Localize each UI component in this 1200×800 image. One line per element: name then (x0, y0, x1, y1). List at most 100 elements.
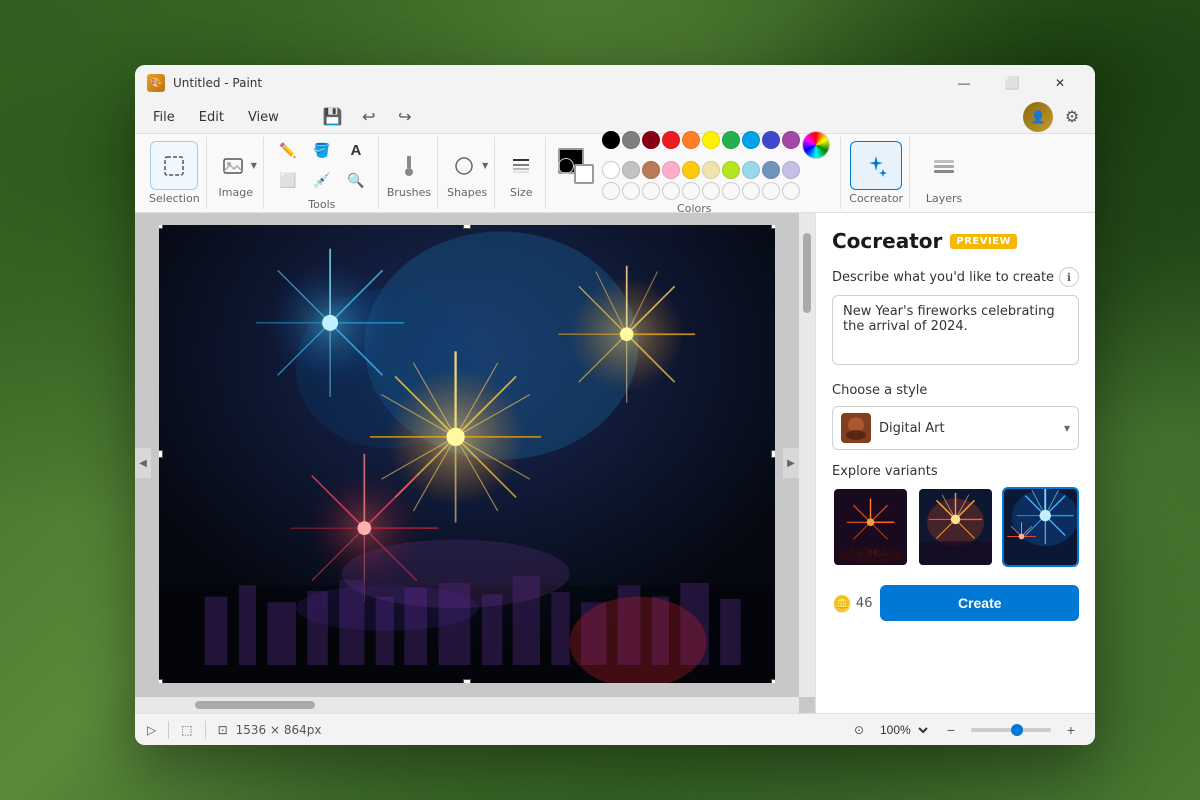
shapes-label: Shapes (447, 186, 487, 199)
minimize-button[interactable]: — (941, 67, 987, 99)
color-green[interactable] (722, 131, 740, 149)
fit-icon[interactable]: ⊙ (854, 723, 864, 737)
color-gray[interactable] (622, 131, 640, 149)
redo-button[interactable]: ↪ (389, 104, 421, 130)
transparent-indicator (558, 158, 574, 174)
color-cream[interactable] (702, 161, 720, 179)
zoom-out-button[interactable]: − (939, 718, 963, 742)
color-red[interactable] (662, 131, 680, 149)
image-button[interactable] (215, 148, 251, 184)
horizontal-scrollbar[interactable] (135, 697, 799, 713)
panel-header: Cocreator PREVIEW (832, 229, 1079, 253)
account-button[interactable]: 👤 (1023, 102, 1053, 132)
window-controls: — ⬜ ✕ (941, 67, 1083, 99)
eraser-button[interactable]: ⬜ (272, 166, 304, 196)
color-blue[interactable] (742, 131, 760, 149)
color-brown[interactable] (642, 161, 660, 179)
color-lightblue[interactable] (742, 161, 760, 179)
color-periwinkle[interactable] (762, 161, 780, 179)
rectangle-select-icon[interactable]: ⬚ (181, 723, 192, 737)
background-color[interactable] (574, 164, 594, 184)
brushes-label: Brushes (387, 186, 431, 199)
color-s4[interactable] (662, 182, 680, 200)
color-palette (602, 131, 830, 200)
color-white[interactable] (602, 161, 620, 179)
zoom-in-button[interactable]: + (1059, 718, 1083, 742)
vertical-scroll-thumb[interactable] (803, 233, 811, 313)
zoom-slider[interactable] (971, 728, 1051, 732)
brushes-button[interactable] (391, 148, 427, 184)
content-area: ◀ ▶ (135, 213, 1095, 713)
variant-1[interactable]: ꒒꒒ 44꒒꒒ (832, 487, 909, 567)
size-group: Size (497, 137, 546, 209)
credit-icon: 🪙 (832, 594, 852, 613)
shapes-button[interactable] (446, 148, 482, 184)
status-separator-2 (205, 721, 206, 739)
cocreator-button[interactable] (850, 141, 902, 190)
variant-3[interactable] (1002, 487, 1079, 567)
custom-color-button[interactable] (802, 131, 830, 159)
menu-view[interactable]: View (238, 106, 289, 129)
image-group: ▼ Image (209, 137, 264, 209)
canvas-area: ◀ ▶ (135, 213, 815, 713)
color-s6[interactable] (702, 182, 720, 200)
color-s2[interactable] (622, 182, 640, 200)
image-label: Image (219, 186, 253, 199)
vertical-scrollbar[interactable] (799, 213, 815, 697)
scroll-left[interactable]: ◀ (135, 448, 151, 478)
color-purple[interactable] (782, 131, 800, 149)
maximize-button[interactable]: ⬜ (989, 67, 1035, 99)
close-button[interactable]: ✕ (1037, 67, 1083, 99)
undo-button[interactable]: ↩ (353, 104, 385, 130)
color-yellow[interactable] (702, 131, 720, 149)
variants-grid: ꒒꒒ 44꒒꒒ (832, 487, 1079, 567)
color-s7[interactable] (722, 182, 740, 200)
image-arrow[interactable]: ▼ (251, 161, 257, 170)
color-s10[interactable] (782, 182, 800, 200)
selection-tool-button[interactable] (150, 141, 198, 190)
credit-display: 🪙 46 (832, 594, 872, 613)
status-right: ⊙ 100% 50% 200% 75% 150% − + (854, 718, 1083, 742)
color-black[interactable] (602, 131, 620, 149)
layers-button[interactable] (918, 141, 970, 190)
fill-button[interactable]: 🪣 (306, 136, 338, 166)
style-dropdown[interactable]: Digital Art ▾ (832, 406, 1079, 450)
save-button[interactable]: 💾 (317, 104, 349, 130)
status-bar: ▷ ⬚ ⊡ 1536 × 864px ⊙ 100% 50% 200% 75% 1… (135, 713, 1095, 745)
menu-edit[interactable]: Edit (189, 106, 234, 129)
pencil-button[interactable]: ✏️ (272, 136, 304, 166)
canvas-size-icon[interactable]: ⊡ (218, 723, 228, 737)
color-transparent[interactable] (602, 182, 620, 200)
settings-button[interactable]: ⚙ (1057, 102, 1087, 132)
color-indigo[interactable] (762, 131, 780, 149)
color-pink[interactable] (662, 161, 680, 179)
color-darkred[interactable] (642, 131, 660, 149)
color-lavender[interactable] (782, 161, 800, 179)
horizontal-scroll-thumb[interactable] (195, 701, 315, 709)
info-button[interactable]: ℹ (1059, 267, 1079, 287)
variant-2[interactable] (917, 487, 994, 567)
cocreator-group: Cocreator (843, 137, 910, 209)
pointer-icon[interactable]: ▷ (147, 723, 156, 737)
color-s3[interactable] (642, 182, 660, 200)
shapes-arrow[interactable]: ▼ (482, 161, 488, 170)
zoom-slider-thumb[interactable] (1011, 724, 1023, 736)
color-lime[interactable] (722, 161, 740, 179)
color-s8[interactable] (742, 182, 760, 200)
color-lightgray[interactable] (622, 161, 640, 179)
zoom-tool-button[interactable]: 🔍 (340, 166, 372, 196)
prompt-input[interactable]: New Year's fireworks celebrating the arr… (832, 295, 1079, 365)
window-title: Untitled - Paint (173, 76, 941, 90)
color-gold[interactable] (682, 161, 700, 179)
zoom-select[interactable]: 100% 50% 200% 75% 150% (872, 720, 931, 740)
color-s5[interactable] (682, 182, 700, 200)
color-orange[interactable] (682, 131, 700, 149)
size-button[interactable] (503, 148, 539, 184)
scroll-right[interactable]: ▶ (783, 448, 799, 478)
eyedropper-button[interactable]: 💉 (306, 166, 338, 196)
create-button[interactable]: Create (880, 585, 1079, 621)
variants-label: Explore variants (832, 464, 1079, 479)
menu-file[interactable]: File (143, 106, 185, 129)
color-s9[interactable] (762, 182, 780, 200)
text-button[interactable]: A (340, 136, 372, 166)
